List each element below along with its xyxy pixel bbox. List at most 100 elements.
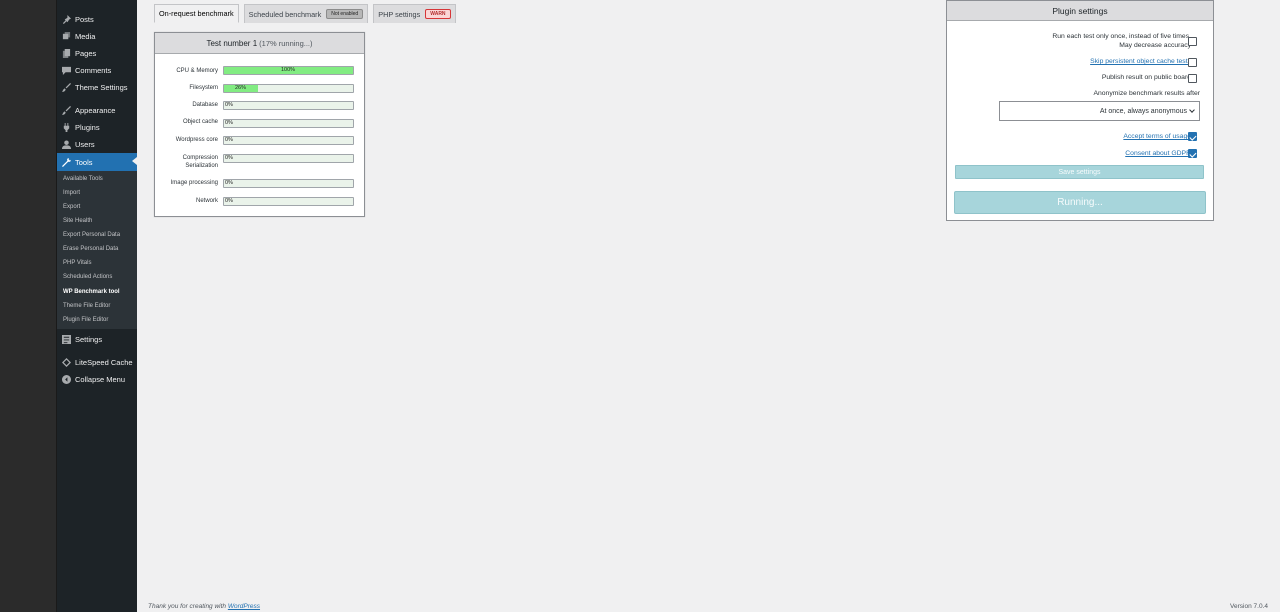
tab-on-request-benchmark[interactable]: On-request benchmark [154,4,239,23]
sidebar-item-comments[interactable]: Comments [57,62,137,79]
run-benchmark-button[interactable]: Running... [954,191,1206,214]
submenu-item-available-tools[interactable]: Available Tools [63,176,103,182]
run-once-checkbox[interactable] [1188,37,1197,46]
progress-text: 0% [225,180,233,186]
progress-bar: 0% [223,136,354,145]
users-icon [61,140,71,150]
progress-text: 0% [225,198,233,204]
tab-php-settings[interactable]: PHP settings WARN [373,4,456,23]
sidebar-item-label: Appearance [75,106,116,115]
accept-terms-label: Accept terms of usage [1123,132,1191,141]
sidebar-item-litespeed-cache[interactable]: LiteSpeed Cache [57,354,137,371]
test-label-line2: Serialization [185,163,218,169]
progress-bar: 0% [223,101,354,110]
run-once-line2: May decrease accuracy [1119,42,1191,49]
test-label: Compression Serialization [183,154,218,170]
sidebar-item-plugins[interactable]: Plugins [57,119,137,136]
sidebar-item-label: Posts [75,15,94,24]
consent-gdpr-checkbox[interactable] [1188,149,1197,158]
sidebar-item-label: Pages [75,49,97,58]
sidebar-item-posts[interactable]: Posts [57,11,137,28]
run-once-line1: Run each test only once, instead of five… [1052,33,1191,40]
sidebar-item-tools[interactable]: Tools [57,153,137,171]
brush-icon [61,83,71,93]
publish-label: Publish result on public board [1101,74,1191,81]
sidebar-item-label: LiteSpeed Cache [75,358,133,367]
anonymize-select[interactable]: At once, always anonymous [999,101,1200,121]
test-label: Filesystem [189,85,218,91]
sidebar-item-theme-settings[interactable]: Theme Settings [57,79,137,96]
sidebar-item-users[interactable]: Users [57,136,137,153]
skip-cache-checkbox[interactable] [1188,58,1197,67]
test-label: Image processing [170,180,218,186]
benchmark-tabs: On-request benchmark Scheduled benchmark… [154,4,461,23]
test-label: Network [195,198,218,204]
chevron-down-icon [1189,107,1195,113]
test-progress-box: Test number 1 (17% running...) CPU & Mem… [154,32,365,217]
submenu-item-plugin-file-editor[interactable]: Plugin File Editor [63,317,108,323]
submenu-item-theme-file-editor[interactable]: Theme File Editor [63,303,110,309]
submenu-item-export[interactable]: Export [63,204,80,210]
tab-scheduled-benchmark[interactable]: Scheduled benchmark Not enabled [243,4,369,23]
test-title: Test number 1 [206,38,258,48]
sidebar-item-media[interactable]: Media [57,28,137,45]
run-once-label: Run each test only once, instead of five… [1052,32,1191,50]
submenu-item-import[interactable]: Import [63,190,80,196]
sidebar-item-pages[interactable]: Pages [57,45,137,62]
consent-gdpr-link[interactable]: Consent about GDPR [1125,150,1191,157]
sidebar-item-label: Plugins [75,123,100,132]
collapse-menu-button[interactable]: Collapse Menu [57,371,137,388]
skip-cache-label: Skip persistent object cache tests [1090,57,1191,66]
progress-bar: 100% [223,66,354,75]
progress-text: 26% [235,85,247,91]
tab-label: Scheduled benchmark [248,9,322,19]
sidebar-item-label: Settings [75,335,103,344]
submenu-item-site-health[interactable]: Site Health [63,218,92,224]
submenu-item-php-vitals[interactable]: PHP Vitals [63,260,91,266]
status-badge: Not enabled [326,9,364,19]
progress-bar: 0% [223,119,354,128]
consent-gdpr-label: Consent about GDPR [1125,149,1191,158]
litespeed-icon [61,358,71,368]
tools-icon [61,157,71,167]
progress-text: 0% [225,102,233,108]
plugin-settings-panel: Plugin settings Run each test only once,… [946,0,1214,221]
test-label: Wordpress core [175,137,218,143]
test-header: Test number 1 (17% running...) [155,33,364,54]
accept-terms-link[interactable]: Accept terms of usage [1123,133,1191,140]
settings-icon [61,335,71,345]
progress-bar: 0% [223,197,354,206]
test-label: Database [192,102,218,108]
media-icon [61,32,71,42]
publish-checkbox[interactable] [1188,74,1197,83]
sidebar-item-label: Tools [75,157,93,167]
comments-icon [61,66,71,76]
submenu-item-erase-personal-data[interactable]: Erase Personal Data [63,246,118,252]
pin-icon [61,15,71,25]
progress-text: 0% [225,137,233,143]
plugins-icon [61,123,71,133]
progress-bar: 0% [223,179,354,188]
save-settings-button[interactable]: Save settings [955,165,1204,179]
progress-bar: 26% [223,84,354,93]
wordpress-link[interactable]: WordPress [228,603,260,610]
window-left-edge [0,0,57,612]
anonymize-select-value: At once, always anonymous [1099,107,1187,115]
sidebar-item-settings[interactable]: Settings [57,331,137,348]
skip-cache-link[interactable]: Skip persistent object cache tests [1090,58,1191,65]
pages-icon [61,49,71,59]
test-status: (17% running...) [259,38,313,48]
accept-terms-checkbox[interactable] [1188,132,1197,141]
test-label: CPU & Memory [176,68,218,74]
submenu-item-scheduled-actions[interactable]: Scheduled Actions [63,274,112,280]
submenu-item-export-personal-data[interactable]: Export Personal Data [63,232,120,238]
footer-thanks: Thank you for creating with WordPress [148,603,260,610]
sidebar-item-appearance[interactable]: Appearance [57,102,137,119]
progress-bar: 0% [223,154,354,163]
submenu-item-wp-benchmark-tool[interactable]: WP Benchmark tool [63,289,120,295]
warn-badge: WARN [425,9,451,19]
test-label: Object cache [182,119,218,125]
sidebar-item-label: Theme Settings [75,83,128,92]
sidebar-item-label: Media [75,32,96,41]
panel-title: Plugin settings [947,1,1213,21]
